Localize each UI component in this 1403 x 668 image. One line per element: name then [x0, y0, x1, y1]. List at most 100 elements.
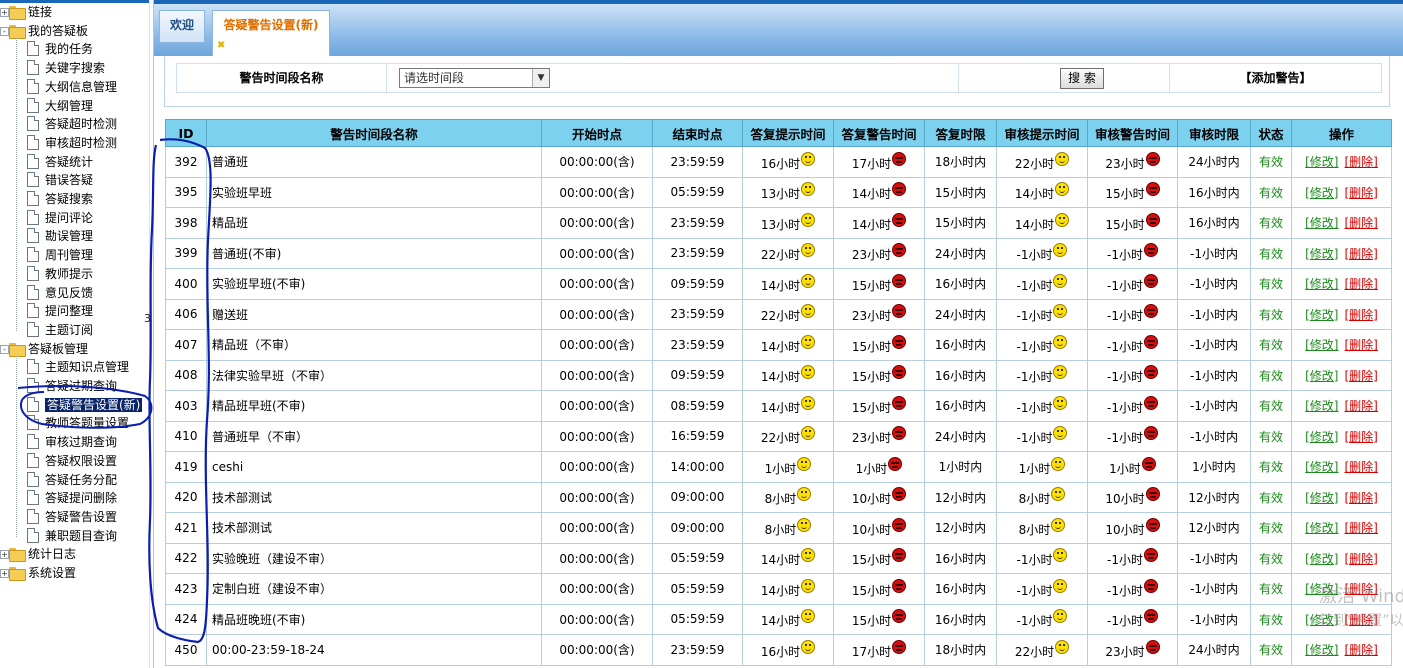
tree-item-10[interactable]: 答疑搜索 [27, 190, 93, 209]
modify-link[interactable]: [修改] [1305, 308, 1338, 322]
angry-face-icon [892, 182, 907, 197]
expand-icon[interactable]: + [0, 550, 9, 560]
cell-audit-hint: -1小时 [996, 359, 1088, 391]
smiley-face-icon [801, 151, 816, 166]
tree-folder-18[interactable]: - 答疑板管理 [0, 340, 88, 359]
delete-link[interactable]: [删除] [1345, 338, 1378, 352]
delete-link[interactable]: [删除] [1345, 369, 1378, 383]
tree-item-13[interactable]: 周刊管理 [27, 246, 93, 265]
expand-icon[interactable]: + [0, 569, 9, 578]
chevron-down-icon[interactable]: ▼ [532, 69, 549, 87]
modify-link[interactable]: [修改] [1305, 155, 1338, 169]
close-icon[interactable]: ✖ [217, 41, 225, 51]
delete-link[interactable]: [删除] [1345, 308, 1378, 322]
tree-item-4[interactable]: 大纲信息管理 [27, 78, 117, 97]
delete-link[interactable]: [删除] [1345, 521, 1378, 535]
tree-item-15[interactable]: 意见反馈 [27, 284, 93, 303]
tree-folder-0[interactable]: + 链接 [0, 3, 52, 22]
cell-text: -1小时内 [1190, 612, 1238, 627]
cell-text: 有效 [1258, 612, 1283, 627]
tree-item-22[interactable]: 教师答题量设置 [27, 414, 129, 433]
delete-link[interactable]: [删除] [1345, 491, 1378, 505]
modify-link[interactable]: [修改] [1305, 552, 1338, 566]
modify-link[interactable]: [修改] [1305, 277, 1338, 291]
tree-item-5[interactable]: 大纲管理 [27, 97, 93, 116]
modify-link[interactable]: [修改] [1305, 460, 1338, 474]
tree-item-6[interactable]: 答疑超时检测 [27, 115, 117, 134]
cell-start: 00:00:00(含) [541, 329, 653, 361]
tree-item-28[interactable]: 兼职题目查询 [27, 527, 117, 546]
delete-link[interactable]: [删除] [1345, 399, 1378, 413]
add-alert-link[interactable]: 【添加警告】 [1170, 64, 1381, 92]
delete-link[interactable]: [删除] [1345, 552, 1378, 566]
modify-link[interactable]: [修改] [1305, 643, 1338, 657]
tree-item-8[interactable]: 答疑统计 [27, 153, 93, 172]
cell-text: -1小时内 [1190, 338, 1238, 353]
modify-link[interactable]: [修改] [1305, 216, 1338, 230]
tree-item-19[interactable]: 主题知识点管理 [27, 358, 129, 377]
delete-link[interactable]: [删除] [1345, 643, 1378, 657]
tree-item-23[interactable]: 审核过期查询 [27, 433, 117, 452]
tree-item-3[interactable]: 关键字搜索 [27, 59, 105, 78]
document-icon [27, 415, 39, 431]
delete-link[interactable]: [删除] [1345, 277, 1378, 291]
delete-link[interactable]: [删除] [1345, 430, 1378, 444]
tree-item-24[interactable]: 答疑权限设置 [27, 452, 117, 471]
angry-face-icon [1143, 426, 1158, 441]
modify-link[interactable]: [修改] [1305, 338, 1338, 352]
search-button[interactable]: 搜 索 [1060, 68, 1104, 89]
delete-link[interactable]: [删除] [1345, 186, 1378, 200]
angry-face-icon [1145, 487, 1160, 502]
collapse-icon[interactable]: - [0, 344, 9, 354]
tab-welcome[interactable]: 欢迎 [159, 10, 205, 43]
tree-item-2[interactable]: 我的任务 [27, 40, 93, 59]
delete-link[interactable]: [删除] [1345, 247, 1378, 261]
expand-icon[interactable]: + [0, 8, 9, 17]
modify-link[interactable]: [修改] [1305, 491, 1338, 505]
tree-folder-30[interactable]: + 系统设置 [0, 564, 76, 583]
tree-item-14[interactable]: 教师提示 [27, 265, 93, 284]
cell-name: 技术部测试 [206, 481, 542, 513]
modify-link[interactable]: [修改] [1305, 186, 1338, 200]
cell-reply-limit: 1小时内 [924, 451, 997, 483]
smiley-face-icon [801, 212, 816, 227]
period-select[interactable]: 请选时间段 ▼ [399, 68, 550, 88]
tree-item-26[interactable]: 答疑提问删除 [27, 489, 117, 508]
collapse-icon[interactable]: - [0, 26, 9, 36]
tree-item-20[interactable]: 答疑过期查询 [27, 377, 117, 396]
search-panel: 警告时间段名称 请选时间段 ▼ 搜 索 【添加警告】 [164, 56, 1390, 107]
tree-item-25[interactable]: 答疑任务分配 [27, 471, 117, 490]
tree-label: 答疑提问删除 [45, 491, 118, 506]
tree-label: 我的任务 [45, 42, 94, 57]
cell-reply-warn: 23小时 [833, 420, 925, 452]
tree-item-27[interactable]: 答疑警告设置 [27, 508, 117, 527]
cell-audit-limit: 16小时内 [1177, 207, 1251, 239]
cell-text: 有效 [1258, 490, 1283, 505]
modify-link[interactable]: [修改] [1305, 369, 1338, 383]
delete-link[interactable]: [删除] [1345, 155, 1378, 169]
modify-link[interactable]: [修改] [1305, 399, 1338, 413]
cell-start: 00:00:00(含) [541, 481, 653, 513]
tree-item-7[interactable]: 审核超时检测 [27, 134, 117, 153]
tree-folder-1[interactable]: - 我的答疑板 [0, 22, 88, 41]
document-icon [27, 116, 39, 132]
cell-text: 1小时 [855, 461, 888, 476]
cell-audit-limit: -1小时内 [1177, 268, 1251, 300]
cell-status: 有效 [1250, 268, 1292, 300]
delete-link[interactable]: [删除] [1345, 216, 1378, 230]
delete-link[interactable]: [删除] [1345, 460, 1378, 474]
modify-link[interactable]: [修改] [1305, 247, 1338, 261]
cell-reply-hint: 14小时 [742, 359, 834, 391]
tree-folder-29[interactable]: + 统计日志 [0, 545, 76, 564]
modify-link[interactable]: [修改] [1305, 521, 1338, 535]
modify-link[interactable]: [修改] [1305, 430, 1338, 444]
tree-item-9[interactable]: 错误答疑 [27, 171, 93, 190]
tab-alert-settings[interactable]: 答疑警告设置(新) ✖ [212, 10, 330, 56]
cell-text: 22小时 [760, 248, 801, 263]
tree-item-11[interactable]: 提问评论 [27, 209, 93, 228]
tree-item-17[interactable]: 主题订阅 [27, 321, 93, 340]
tree-item-16[interactable]: 提问整理 [27, 302, 93, 321]
tree-item-21[interactable]: 答疑警告设置(新) [27, 396, 143, 415]
tree-item-12[interactable]: 勘误管理 [27, 227, 93, 246]
angry-face-icon [892, 639, 907, 654]
